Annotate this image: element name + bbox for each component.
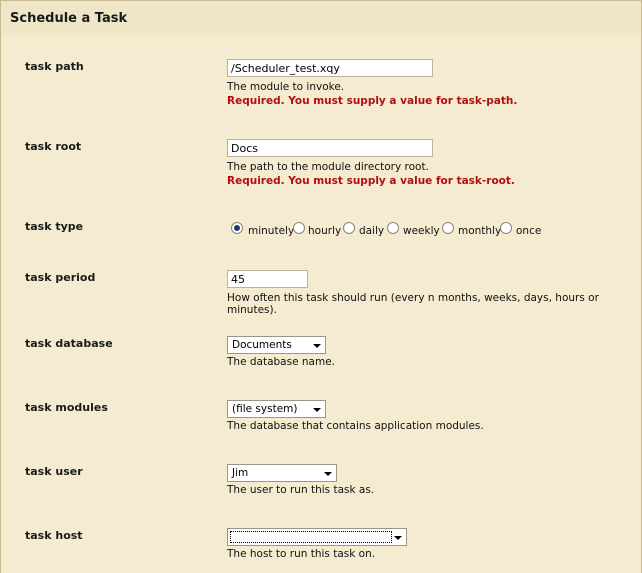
task-path-label: task path xyxy=(25,60,84,73)
task-user-help: The user to run this task as. xyxy=(227,484,375,496)
chevron-down-icon xyxy=(394,536,402,540)
task-host-select[interactable] xyxy=(227,528,407,546)
radio-label-minutely: minutely xyxy=(248,225,295,237)
task-root-label: task root xyxy=(25,140,82,153)
page-title: Schedule a Task xyxy=(10,11,128,26)
chevron-down-icon xyxy=(313,344,321,348)
form-header: Schedule a Task xyxy=(0,0,642,36)
radio-label-daily: daily xyxy=(359,225,385,237)
task-root-input[interactable]: Docs xyxy=(227,139,433,157)
radio-label-weekly: weekly xyxy=(403,225,440,237)
task-database-select[interactable]: Documents xyxy=(227,336,326,354)
radio-once[interactable] xyxy=(500,222,512,234)
chevron-down-icon xyxy=(324,472,332,476)
task-root-error: Required. You must supply a value for ta… xyxy=(227,175,515,187)
task-type-label: task type xyxy=(25,220,84,233)
radio-label-once: once xyxy=(516,225,542,237)
task-modules-value: (file system) xyxy=(232,403,298,415)
task-path-input[interactable]: /Scheduler_test.xqy xyxy=(227,59,433,77)
radio-monthly[interactable] xyxy=(442,222,454,234)
radio-hourly[interactable] xyxy=(293,222,305,234)
task-period-help: How often this task should run (every n … xyxy=(227,292,599,316)
task-modules-label: task modules xyxy=(25,401,108,414)
task-user-select[interactable]: Jim xyxy=(227,464,337,482)
task-path-help: The module to invoke. xyxy=(227,81,345,93)
task-user-label: task user xyxy=(25,465,83,478)
task-database-value: Documents xyxy=(232,339,292,351)
task-host-label: task host xyxy=(25,529,83,542)
task-root-help: The path to the module directory root. xyxy=(227,161,429,173)
task-period-label: task period xyxy=(25,271,96,284)
task-period-input[interactable]: 45 xyxy=(227,270,308,288)
chevron-down-icon xyxy=(313,408,321,412)
radio-label-monthly: monthly xyxy=(458,225,502,237)
task-host-help: The host to run this task on. xyxy=(227,548,376,560)
radio-label-hourly: hourly xyxy=(308,225,342,237)
radio-minutely[interactable] xyxy=(231,222,243,234)
radio-weekly[interactable] xyxy=(387,222,399,234)
focus-outline xyxy=(230,531,392,543)
task-modules-select[interactable]: (file system) xyxy=(227,400,326,418)
task-database-label: task database xyxy=(25,337,113,350)
task-database-help: The database name. xyxy=(227,356,335,368)
task-user-value: Jim xyxy=(232,467,249,479)
radio-daily[interactable] xyxy=(343,222,355,234)
task-path-error: Required. You must supply a value for ta… xyxy=(227,95,518,107)
task-modules-help: The database that contains application m… xyxy=(227,420,484,432)
